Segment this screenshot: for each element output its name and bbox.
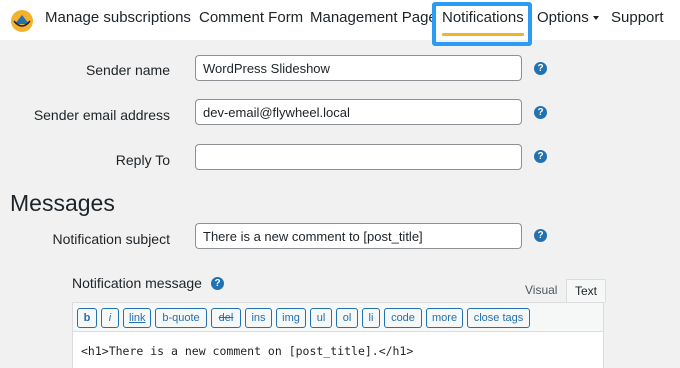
- notification-message-label: Notification message: [72, 275, 202, 291]
- del-button[interactable]: del: [211, 308, 241, 328]
- nav-support[interactable]: Support: [611, 9, 664, 27]
- nav-manage-subscriptions[interactable]: Manage subscriptions: [45, 9, 191, 27]
- chevron-down-icon[interactable]: [593, 16, 599, 20]
- bold-button[interactable]: b: [77, 308, 97, 328]
- tab-visual[interactable]: Visual: [517, 279, 565, 303]
- question-mark-icon[interactable]: ?: [534, 106, 547, 119]
- code-button[interactable]: code: [384, 308, 422, 328]
- ul-button[interactable]: ul: [310, 308, 332, 328]
- nav-notifications[interactable]: Notifications: [442, 9, 524, 27]
- sender-email-label: Sender email address: [33, 107, 170, 123]
- quicktags-toolbar: b i link b-quote del ins img ul ol li co…: [72, 302, 604, 332]
- notification-message-editor[interactable]: <h1>There is a new comment on [post_titl…: [72, 332, 604, 368]
- ins-button[interactable]: ins: [245, 308, 272, 328]
- sender-name-label: Sender name: [85, 62, 170, 78]
- nav-options[interactable]: Options: [537, 9, 589, 27]
- messages-heading: Messages: [10, 190, 115, 216]
- top-navigation: Manage subscriptions Comment Form Manage…: [0, 0, 680, 40]
- active-tab-underline: [442, 33, 524, 36]
- notification-subject-label: Notification subject: [52, 231, 170, 247]
- question-mark-icon[interactable]: ?: [534, 150, 547, 163]
- question-mark-icon[interactable]: ?: [534, 62, 547, 75]
- reply-to-input[interactable]: [195, 144, 522, 170]
- nav-management-page[interactable]: Management Page: [310, 9, 437, 27]
- more-button[interactable]: more: [426, 308, 463, 328]
- img-button[interactable]: img: [276, 308, 306, 328]
- plugin-logo-icon: [11, 10, 33, 32]
- sender-email-input[interactable]: [195, 99, 522, 125]
- reply-to-label: Reply To: [115, 152, 170, 168]
- tab-text[interactable]: Text: [566, 279, 607, 303]
- blockquote-button[interactable]: b-quote: [155, 308, 207, 328]
- ol-button[interactable]: ol: [336, 308, 358, 328]
- question-mark-icon[interactable]: ?: [211, 277, 224, 290]
- notification-subject-input[interactable]: [195, 223, 522, 249]
- italic-button[interactable]: i: [101, 308, 119, 328]
- question-mark-icon[interactable]: ?: [534, 229, 547, 242]
- sender-name-input[interactable]: [195, 55, 522, 81]
- link-button[interactable]: link: [123, 308, 151, 328]
- nav-comment-form[interactable]: Comment Form: [199, 9, 303, 27]
- li-button[interactable]: li: [362, 308, 380, 328]
- close-tags-button[interactable]: close tags: [467, 308, 530, 328]
